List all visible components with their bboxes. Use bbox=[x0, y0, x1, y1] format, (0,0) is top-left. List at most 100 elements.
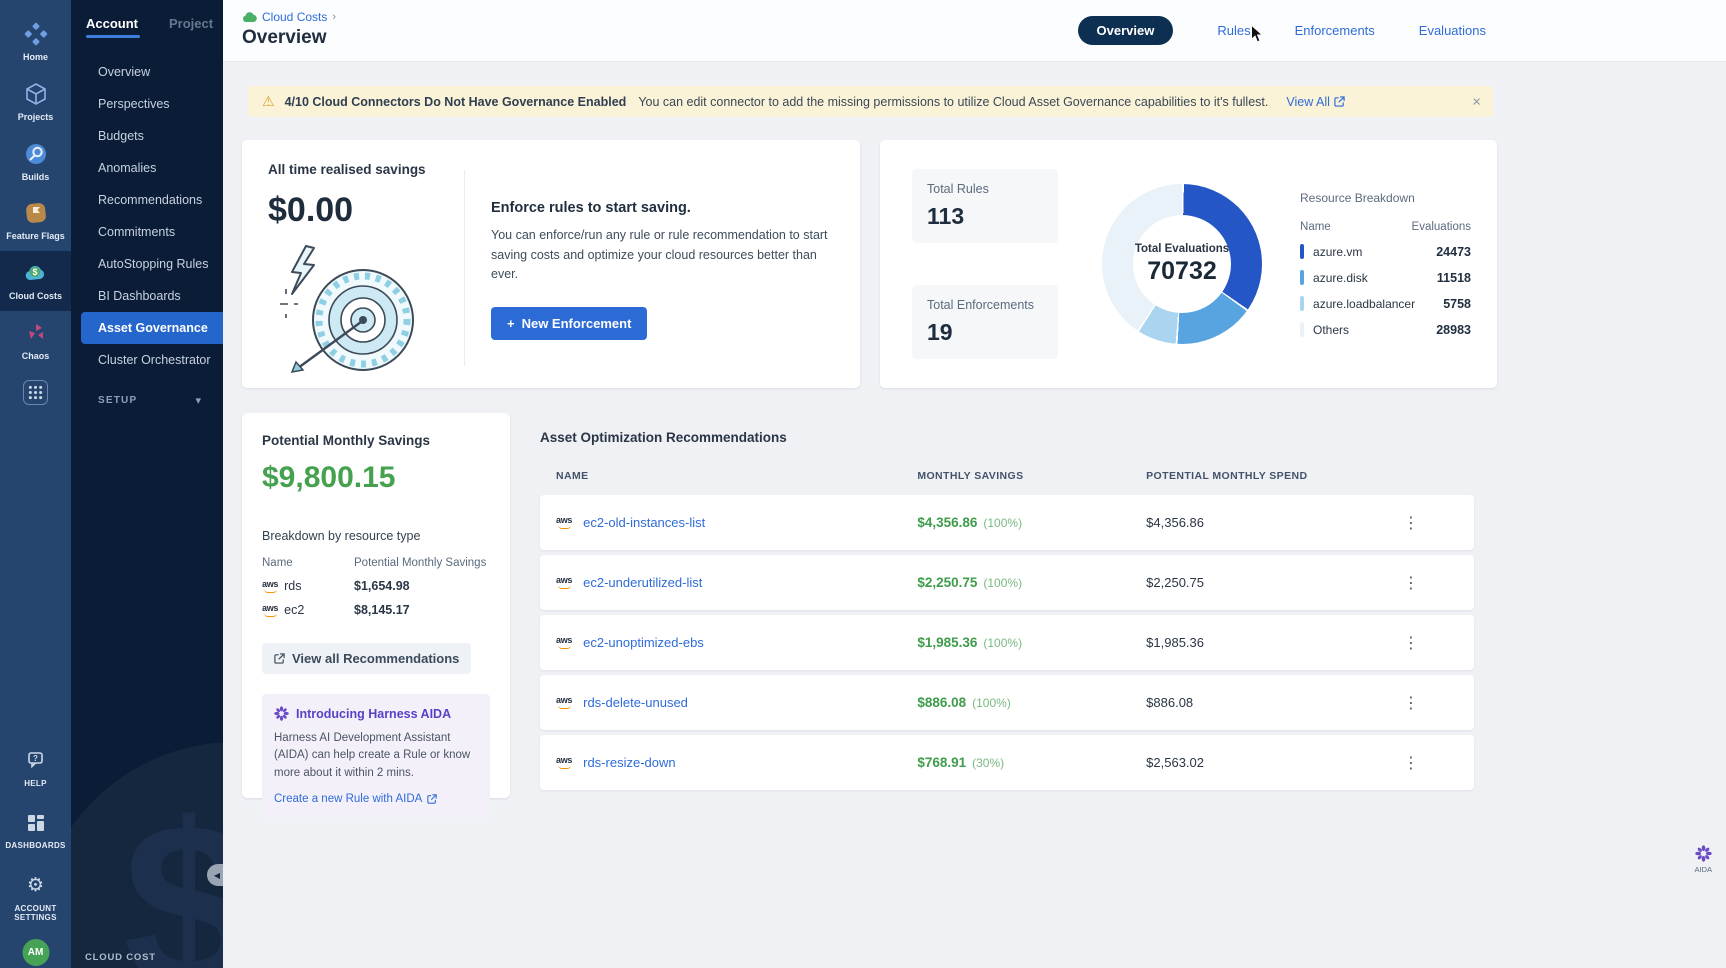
potential-spend-value: $2,250.75 bbox=[1146, 575, 1389, 590]
sidebar-item-asset-governance[interactable]: Asset Governance bbox=[81, 312, 223, 344]
recommendations-table-header: NAME MONTHLY SAVINGS POTENTIAL MONTHLY S… bbox=[540, 470, 1474, 482]
rail-item-builds[interactable]: Builds bbox=[0, 132, 71, 192]
setup-label: SETUP bbox=[98, 395, 137, 406]
recommendation-link[interactable]: ec2-unoptimized-ebs bbox=[583, 635, 704, 650]
sidebar-item-overview[interactable]: Overview bbox=[71, 56, 223, 88]
recommendation-link[interactable]: rds-delete-unused bbox=[583, 695, 688, 710]
potential-spend-value: $886.08 bbox=[1146, 695, 1389, 710]
module-footer-line1: CLOUD COST bbox=[85, 952, 183, 963]
sidebar-item-perspectives[interactable]: Perspectives bbox=[71, 88, 223, 120]
aida-flower-icon bbox=[1695, 845, 1712, 862]
asset-optimization-recommendations: Asset Optimization Recommendations NAME … bbox=[540, 413, 1474, 798]
all-time-savings-label: All time realised savings bbox=[268, 162, 464, 177]
tab-project[interactable]: Project bbox=[169, 16, 213, 38]
kebab-menu-icon[interactable]: ⋮ bbox=[1395, 689, 1427, 717]
builds-icon bbox=[24, 141, 48, 167]
rail-item-feature-flags[interactable]: Feature Flags bbox=[0, 191, 71, 251]
monthly-savings-value: $768.91(30%) bbox=[917, 755, 1146, 770]
kebab-menu-icon[interactable]: ⋮ bbox=[1395, 569, 1427, 597]
view-all-link[interactable]: View All bbox=[1286, 95, 1345, 109]
resource-breakdown-rows: azure.vm 24473 azure.disk 11518 azure.lo… bbox=[1300, 244, 1471, 337]
potential-spend-value: $2,563.02 bbox=[1146, 755, 1389, 770]
rail-item-account-settings[interactable]: ⚙ ACCOUNT SETTINGS bbox=[0, 862, 71, 934]
kebab-menu-icon[interactable]: ⋮ bbox=[1395, 749, 1427, 777]
sidebar-nav: OverviewPerspectivesBudgetsAnomaliesReco… bbox=[71, 56, 223, 376]
monthly-savings-value: $2,250.75(100%) bbox=[917, 575, 1146, 590]
rail-item-projects[interactable]: Projects bbox=[0, 72, 71, 132]
rail-bottom-items: ? HELP DASHBOARDS ⚙ ACCOUNT SETTINGS bbox=[0, 737, 71, 968]
aws-icon: aws bbox=[262, 580, 278, 593]
breakdown-row: azure.disk 11518 bbox=[1300, 270, 1471, 285]
external-link-icon bbox=[1334, 96, 1345, 107]
monthly-savings-value: $1,985.36(100%) bbox=[917, 635, 1146, 650]
total-enforcements-value: 19 bbox=[927, 319, 1043, 346]
rail-item-cloud-costs[interactable]: $ Cloud Costs bbox=[0, 251, 71, 311]
sidebar-setup[interactable]: SETUP ▾ bbox=[71, 394, 223, 407]
legend-chip-icon bbox=[1300, 296, 1304, 311]
recommendation-link[interactable]: ec2-old-instances-list bbox=[583, 515, 705, 530]
banner-bold-text: 4/10 Cloud Connectors Do Not Have Govern… bbox=[285, 95, 627, 109]
recommendation-row: awsec2-old-instances-list $4,356.86(100%… bbox=[540, 495, 1474, 550]
resource-type-breakdown: Name Potential Monthly Savings awsrds $1… bbox=[262, 557, 490, 617]
view-all-recommendations-button[interactable]: View all Recommendations bbox=[262, 643, 471, 674]
rail-item-home[interactable]: Home bbox=[0, 12, 71, 72]
recommendation-link[interactable]: rds-resize-down bbox=[583, 755, 675, 770]
avatar[interactable]: AM bbox=[22, 939, 49, 966]
monthly-savings-value: $886.08(100%) bbox=[917, 695, 1146, 710]
dartboard-illustration bbox=[268, 238, 428, 380]
aws-icon: aws bbox=[556, 516, 572, 529]
close-icon[interactable]: × bbox=[1472, 93, 1481, 110]
potential-spend-value: $4,356.86 bbox=[1146, 515, 1389, 530]
new-enforcement-button[interactable]: + New Enforcement bbox=[491, 307, 647, 340]
aws-icon: aws bbox=[556, 636, 572, 649]
cloud-costs-icon bbox=[242, 11, 257, 23]
donut-center-value: 70732 bbox=[1147, 257, 1217, 286]
sidebar: $ Account Project OverviewPerspectivesBu… bbox=[71, 0, 223, 968]
kebab-menu-icon[interactable]: ⋮ bbox=[1395, 509, 1427, 537]
breadcrumb-link[interactable]: Cloud Costs bbox=[262, 10, 327, 24]
banner-text: You can edit connector to add the missin… bbox=[638, 95, 1268, 109]
breakdown-row: azure.vm 24473 bbox=[1300, 244, 1471, 259]
aida-promo: Introducing Harness AIDA Harness AI Deve… bbox=[262, 694, 490, 817]
governance-stats-card: Total Rules 113 Total Enforcements 19 To… bbox=[880, 140, 1497, 388]
recommendation-row: awsrds-resize-down $768.91(30%) $2,563.0… bbox=[540, 735, 1474, 790]
sidebar-item-autostopping-rules[interactable]: AutoStopping Rules bbox=[71, 248, 223, 280]
tab-rules[interactable]: Rules bbox=[1217, 23, 1250, 38]
tab-evaluations[interactable]: Evaluations bbox=[1419, 23, 1486, 38]
aida-flower-icon bbox=[274, 706, 289, 721]
module-footer: CLOUD COST Management bbox=[85, 952, 183, 968]
sidebar-item-recommendations[interactable]: Recommendations bbox=[71, 184, 223, 216]
sidebar-collapse-handle[interactable]: ◀ bbox=[207, 864, 223, 886]
create-rule-with-aida-link[interactable]: Create a new Rule with AIDA bbox=[274, 793, 478, 805]
account-settings-icon: ⚙ bbox=[27, 873, 44, 899]
sidebar-item-bi-dashboards[interactable]: BI Dashboards bbox=[71, 280, 223, 312]
recommendation-row: awsec2-unoptimized-ebs $1,985.36(100%) $… bbox=[540, 615, 1474, 670]
sidebar-item-budgets[interactable]: Budgets bbox=[71, 120, 223, 152]
warning-icon: ⚠ bbox=[262, 93, 275, 110]
recommendation-row: awsrds-delete-unused $886.08(100%) $886.… bbox=[540, 675, 1474, 730]
recommendation-link[interactable]: ec2-underutilized-list bbox=[583, 575, 702, 590]
tab-enforcements[interactable]: Enforcements bbox=[1295, 23, 1375, 38]
feature-flags-icon bbox=[24, 200, 48, 226]
rail-item-help[interactable]: ? HELP bbox=[0, 737, 71, 800]
recommendation-row: awsec2-underutilized-list $2,250.75(100%… bbox=[540, 555, 1474, 610]
rail-item-dashboards[interactable]: DASHBOARDS bbox=[0, 799, 71, 862]
tab-account[interactable]: Account bbox=[86, 16, 138, 38]
all-time-savings-card: All time realised savings $0.00 bbox=[242, 140, 860, 388]
evaluations-donut-chart: Total Evaluations 70732 bbox=[1102, 184, 1262, 344]
dashboards-icon bbox=[26, 810, 46, 836]
tab-overview[interactable]: Overview bbox=[1078, 16, 1174, 45]
kebab-menu-icon[interactable]: ⋮ bbox=[1395, 629, 1427, 657]
sidebar-item-commitments[interactable]: Commitments bbox=[71, 216, 223, 248]
rail-item-chaos[interactable]: Chaos bbox=[0, 311, 71, 371]
governance-warning-banner: ⚠ 4/10 Cloud Connectors Do Not Have Gove… bbox=[248, 86, 1493, 117]
total-enforcements-stat: Total Enforcements 19 bbox=[912, 285, 1058, 359]
aida-fab-button[interactable]: AIDA bbox=[1694, 845, 1712, 874]
sidebar-item-anomalies[interactable]: Anomalies bbox=[71, 152, 223, 184]
aws-icon: aws bbox=[262, 604, 278, 617]
rail-item-apps[interactable] bbox=[0, 371, 71, 414]
card-divider bbox=[464, 170, 465, 366]
external-link-icon bbox=[274, 653, 285, 664]
plus-icon: + bbox=[507, 316, 515, 331]
sidebar-item-cluster-orchestrator[interactable]: Cluster Orchestrator bbox=[71, 344, 223, 376]
